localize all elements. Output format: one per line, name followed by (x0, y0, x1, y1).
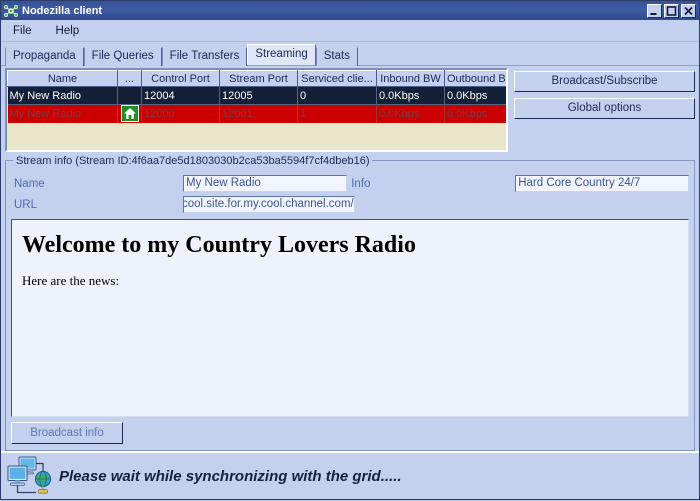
minimize-button[interactable] (647, 3, 662, 18)
name-input[interactable]: My New Radio (183, 175, 348, 192)
cell-stream-port: 12005 (219, 86, 298, 105)
cell-name: My New Radio (7, 86, 118, 105)
cell-name: My New Radio (7, 104, 118, 123)
tab-bar: Propaganda File Queries File Transfers S… (1, 42, 699, 66)
stream-info-title: Stream info (Stream ID:4f6aa7de5d1803030… (13, 155, 373, 167)
cell-outbound-bw: 0.0Kbps (444, 104, 506, 123)
tab-propaganda[interactable]: Propaganda (5, 47, 84, 66)
column-header-outbound-bw[interactable]: Outbound BW (444, 70, 506, 87)
broadcast-subscribe-button[interactable]: Broadcast/Subscribe (514, 71, 695, 92)
cell-control-port: 12004 (141, 86, 220, 105)
maximize-button[interactable] (664, 3, 679, 18)
url-input[interactable]: cool.site.for.my.cool.channel.com/ (183, 196, 355, 213)
application-window: Nodezilla client File Help Propaganda Fi… (0, 0, 700, 500)
status-message: Please wait while synchronizing with the… (59, 467, 402, 485)
tab-file-transfers[interactable]: File Transfers (161, 47, 248, 66)
tab-file-queries[interactable]: File Queries (83, 47, 162, 66)
cell-icon (117, 86, 142, 105)
stream-url-row: URL cool.site.for.my.cool.channel.com/ (11, 194, 689, 215)
info-label: Info (351, 177, 371, 190)
close-button[interactable] (681, 3, 696, 18)
side-button-group: Broadcast/Subscribe Global options (514, 68, 695, 152)
cell-serviced-clients: 1 (297, 104, 377, 123)
streams-table: Name ... Control Port Stream Port Servic… (7, 70, 506, 123)
stream-info-group: Stream info (Stream ID:4f6aa7de5d1803030… (5, 155, 695, 451)
window-controls (647, 3, 697, 18)
column-header-name[interactable]: Name (7, 70, 118, 87)
column-header-control-port[interactable]: Control Port (141, 70, 220, 87)
nodezilla-molecule-icon (3, 4, 19, 18)
streaming-panel: Name ... Control Port Stream Port Servic… (1, 65, 699, 451)
column-header-serviced-clients[interactable]: Serviced clie... (297, 70, 377, 87)
cell-icon (117, 104, 142, 123)
name-label: Name (14, 177, 45, 190)
tab-streaming[interactable]: Streaming (247, 44, 316, 65)
window-title: Nodezilla client (22, 4, 103, 17)
streams-table-container[interactable]: Name ... Control Port Stream Port Servic… (5, 68, 508, 152)
broadcast-info-button[interactable]: Broadcast info (11, 422, 123, 444)
cell-serviced-clients: 0 (297, 86, 377, 105)
table-row[interactable]: My New Radio 12000 12001 1 0.0Kbps 0.0Kb… (7, 104, 506, 123)
global-options-button[interactable]: Global options (514, 98, 695, 119)
column-header-stream-port[interactable]: Stream Port (219, 70, 298, 87)
stream-content-viewer[interactable]: Welcome to my Country Lovers Radio Here … (11, 219, 689, 417)
cell-stream-port: 12001 (219, 104, 298, 123)
streams-top-row: Name ... Control Port Stream Port Servic… (5, 68, 695, 152)
menu-item-help[interactable]: Help (52, 23, 90, 39)
title-bar: Nodezilla client (1, 1, 699, 20)
menu-item-file[interactable]: File (9, 23, 42, 39)
table-header-row: Name ... Control Port Stream Port Servic… (7, 70, 506, 87)
viewer-paragraph: Here are the news: (22, 273, 120, 288)
info-input[interactable]: Hard Core Country 24/7 (515, 175, 689, 192)
column-header-icon[interactable]: ... (117, 70, 142, 87)
column-header-inbound-bw[interactable]: Inbound BW (376, 70, 445, 87)
cell-inbound-bw: 0.0Kbps (376, 86, 445, 105)
tab-stats[interactable]: Stats (315, 47, 358, 66)
bottom-button-row: Broadcast info (11, 417, 689, 444)
status-bar: Please wait while synchronizing with the… (1, 451, 699, 499)
url-label: URL (14, 198, 38, 211)
home-icon (120, 105, 139, 122)
stream-name-row: Name My New Radio Info Hard Core Country… (11, 173, 689, 194)
table-row[interactable]: My New Radio 12004 12005 0 0.0Kbps 0.0Kb… (7, 86, 506, 105)
viewer-heading: Welcome to my Country Lovers Radio (22, 232, 416, 258)
menu-bar: File Help (1, 20, 699, 42)
cell-control-port: 12000 (141, 104, 220, 123)
network-globe-icon (5, 454, 53, 498)
cell-inbound-bw: 0.0Kbps (376, 104, 445, 123)
cell-outbound-bw: 0.0Kbps (444, 86, 506, 105)
